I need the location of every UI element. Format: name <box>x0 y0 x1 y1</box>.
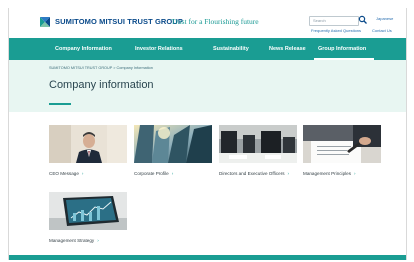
company-logo-text[interactable]: SUMITOMO MITSUI TRUST GROUP <box>55 17 183 26</box>
footer-bar <box>9 255 406 260</box>
page-frame: SUMITOMO MITSUI TRUST GROUP Trust for a … <box>8 8 407 260</box>
card-label-text[interactable]: Management Principles <box>303 171 351 176</box>
breadcrumb[interactable]: SUMITOMO MITSUI TRUST GROUP > Company In… <box>49 66 153 70</box>
card-label-text[interactable]: Management Strategy <box>49 238 94 243</box>
page-banner: SUMITOMO MITSUI TRUST GROUP > Company In… <box>9 60 406 112</box>
meeting-photo[interactable] <box>219 125 297 163</box>
nav-item-group-information[interactable]: Group Information <box>318 38 366 60</box>
card-label[interactable]: Management Strategy › <box>49 236 127 245</box>
main-nav: Company Information Investor Relations S… <box>9 38 406 60</box>
chevron-right-icon: › <box>354 171 356 176</box>
card-label[interactable]: CEO Message › <box>49 169 127 178</box>
search-input[interactable]: Search <box>309 16 359 26</box>
card-label-text[interactable]: Corporate Profile <box>134 171 169 176</box>
skyscrapers-photo[interactable] <box>134 125 212 163</box>
card-label-text[interactable]: Directors and Executive Officers <box>219 171 285 176</box>
chevron-right-icon: › <box>171 171 174 176</box>
search-icon[interactable] <box>358 15 368 25</box>
card-label[interactable]: Corporate Profile › <box>134 169 212 178</box>
card-label[interactable]: Directors and Executive Officers › <box>219 169 297 178</box>
site-header: SUMITOMO MITSUI TRUST GROUP Trust for a … <box>9 8 406 38</box>
tagline: Trust for a Flourishing future <box>171 17 259 26</box>
page-title: Company information <box>49 79 154 91</box>
contact-link[interactable]: Contact Us <box>372 28 392 33</box>
nav-item-news-release[interactable]: News Release <box>269 38 306 60</box>
tablet-chart-photo[interactable] <box>49 192 127 230</box>
card-label[interactable]: Management Principles › <box>303 169 381 178</box>
nav-item-sustainability[interactable]: Sustainability <box>213 38 249 60</box>
chevron-right-icon: › <box>287 171 290 176</box>
nav-item-company-information[interactable]: Company Information <box>55 38 112 60</box>
nav-item-investor-relations[interactable]: Investor Relations <box>135 38 183 60</box>
language-link[interactable]: Japanese <box>376 16 393 21</box>
chevron-right-icon: › <box>81 171 84 176</box>
chevron-right-icon: › <box>97 238 99 243</box>
card-label-text[interactable]: CEO Message <box>49 171 79 176</box>
title-underline <box>49 103 71 105</box>
ceo-photo[interactable] <box>49 125 127 163</box>
signing-document-photo[interactable] <box>303 125 381 163</box>
search-placeholder: Search <box>313 18 326 23</box>
smtg-logo-icon[interactable] <box>39 16 51 28</box>
faq-link[interactable]: Frequently Asked Questions <box>311 28 361 33</box>
